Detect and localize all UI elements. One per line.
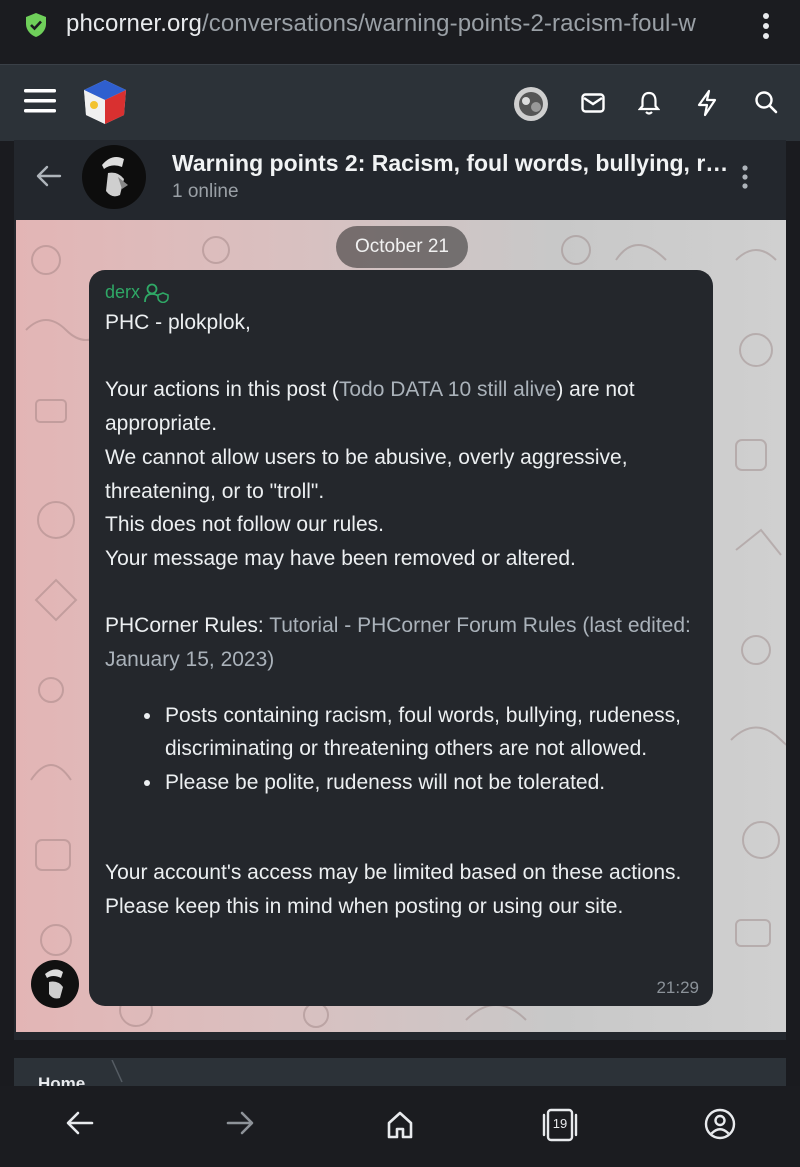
tab-count: 19	[552, 1116, 568, 1131]
inbox-icon[interactable]	[581, 93, 605, 113]
conversation-panel: Warning points 2: Racism, foul words, bu…	[14, 140, 786, 1040]
rules-list: Posts containing racism, foul words, bul…	[105, 699, 705, 800]
search-icon[interactable]	[754, 90, 778, 114]
url-path: /conversations/warning-points-2-racism-f…	[201, 10, 696, 37]
date-separator: October 21	[336, 226, 468, 268]
browser-menu-icon[interactable]	[756, 10, 776, 42]
message-bubble[interactable]: derx PHC - plokplok, Your actions in thi…	[89, 270, 713, 1006]
conversation-title: Warning points 2: Racism, foul words, bu…	[172, 150, 732, 176]
menu-icon[interactable]	[24, 87, 56, 115]
message-time: 21:29	[656, 978, 699, 997]
browser-url-bar[interactable]: phcorner.org/conversations/warning-point…	[0, 0, 800, 64]
forward-icon[interactable]	[226, 1110, 254, 1136]
browser-bottom-nav: 19	[0, 1086, 800, 1167]
conversation-avatar[interactable]	[82, 145, 146, 209]
greeting-text: PHC - plokplok,	[105, 311, 251, 334]
post-link[interactable]: Todo DATA 10 still alive	[339, 378, 557, 401]
conversation-menu-icon[interactable]	[740, 164, 750, 190]
conversation-header: Warning points 2: Racism, foul words, bu…	[14, 140, 786, 220]
text-removed: Your message may have been removed or al…	[105, 546, 576, 570]
text-no-abuse: We cannot allow users to be abusive, ove…	[105, 445, 628, 503]
closing-text: Your account's access may be limited bas…	[105, 860, 682, 918]
text-actions-pre: Your actions in this post (	[105, 378, 339, 402]
list-item: Posts containing racism, foul words, bul…	[163, 699, 705, 766]
account-icon[interactable]	[704, 1108, 736, 1140]
sender-name[interactable]: derx	[105, 282, 170, 303]
online-status: 1 online	[172, 181, 239, 202]
staff-badge-icon	[144, 283, 169, 303]
sender-avatar[interactable]	[31, 960, 79, 1008]
message-body: PHC - plokplok, Your actions in this pos…	[105, 306, 705, 923]
site-header	[0, 64, 800, 141]
paragraph-actions: Your actions in this post (Todo DATA 10 …	[105, 373, 705, 440]
secure-shield-icon	[26, 13, 46, 37]
breadcrumb: Home	[14, 1058, 786, 1088]
list-item: Please be polite, rudeness will not be t…	[163, 766, 705, 800]
sender-label: derx	[105, 282, 141, 302]
text-rules: This does not follow our rules.	[105, 513, 384, 537]
tabs-button[interactable]: 19	[541, 1107, 579, 1143]
back-arrow-icon[interactable]	[36, 165, 62, 187]
home-icon[interactable]	[386, 1110, 414, 1140]
rules-label: PHCorner Rules:	[105, 614, 270, 638]
back-icon[interactable]	[66, 1110, 94, 1136]
url-text[interactable]: phcorner.org/conversations/warning-point…	[66, 10, 736, 38]
paragraph-rules: PHCorner Rules: Tutorial - PHCorner Foru…	[105, 609, 705, 676]
url-host: phcorner.org	[66, 10, 202, 37]
bell-icon[interactable]	[638, 90, 660, 116]
chat-area[interactable]: October 21 derx PHC - plokplok, Your act…	[16, 220, 786, 1032]
bolt-icon[interactable]	[696, 89, 718, 117]
site-logo[interactable]	[80, 77, 130, 127]
breadcrumb-chevron-icon	[111, 1060, 123, 1083]
user-avatar[interactable]	[514, 87, 548, 121]
